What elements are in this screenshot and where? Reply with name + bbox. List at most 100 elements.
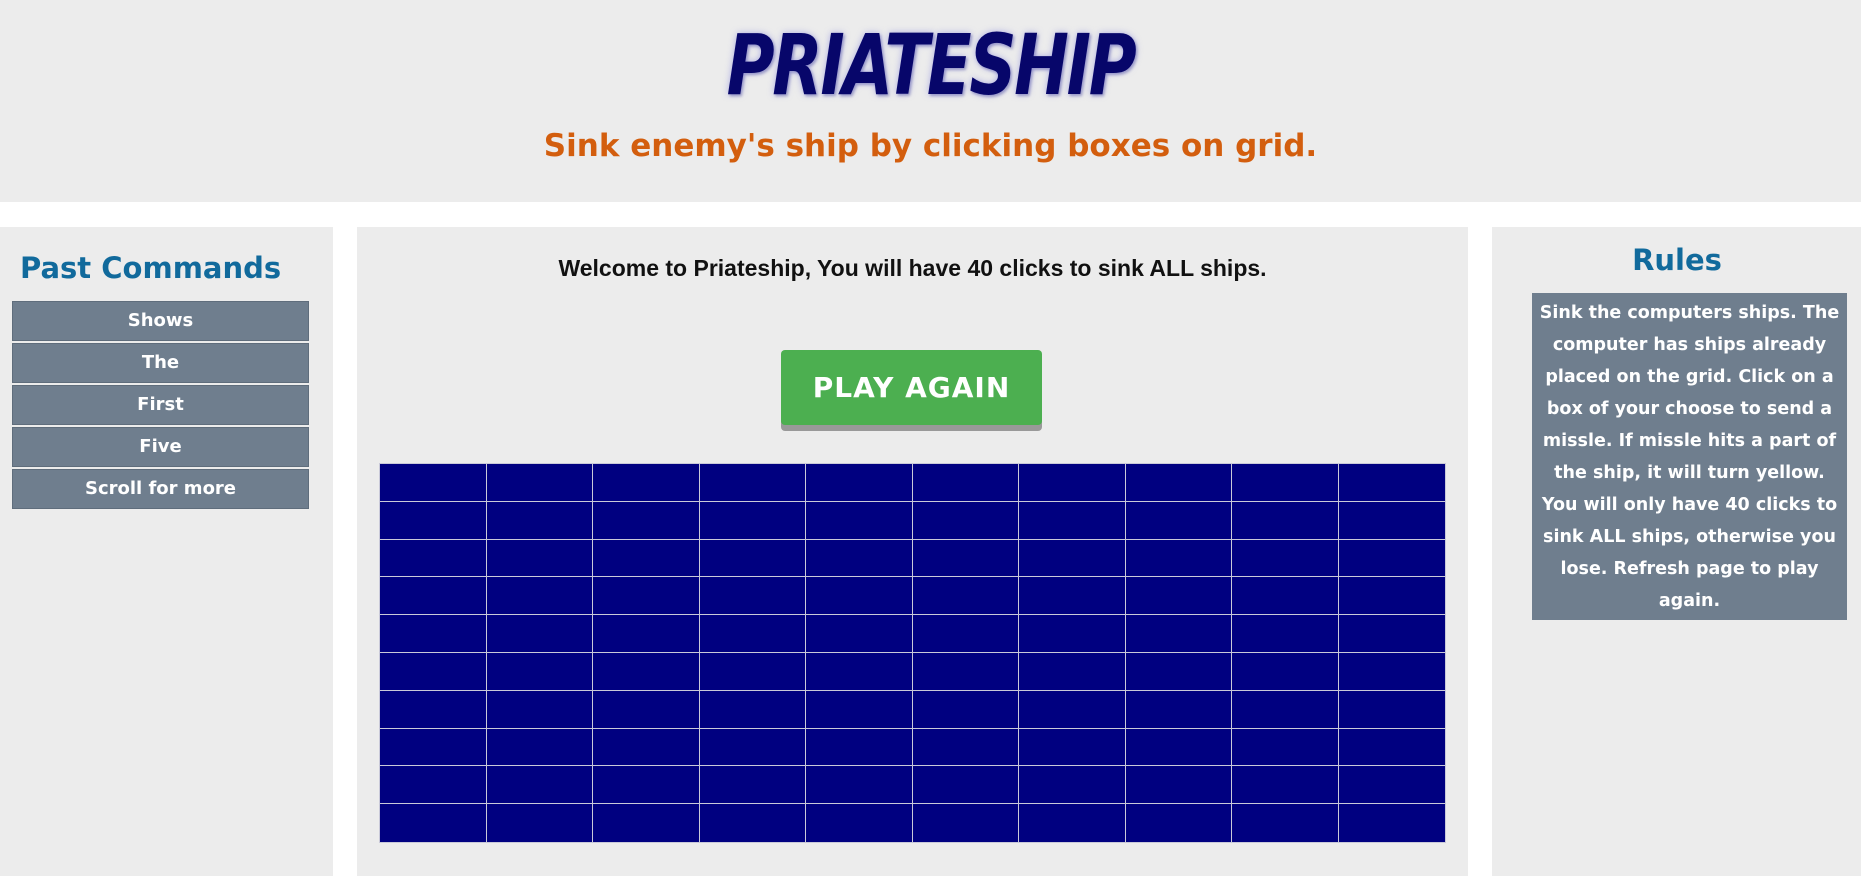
grid-cell[interactable] <box>1019 728 1126 767</box>
grid-cell[interactable] <box>1338 652 1445 691</box>
grid-cell[interactable] <box>1019 766 1126 805</box>
grid-cell[interactable] <box>380 728 487 767</box>
grid-cell[interactable] <box>486 652 593 691</box>
grid-cell[interactable] <box>1232 728 1339 767</box>
grid-cell[interactable] <box>1125 615 1232 653</box>
grid-cell[interactable] <box>699 728 806 767</box>
grid-cell[interactable] <box>699 577 806 616</box>
grid-cell[interactable] <box>1232 464 1339 502</box>
grid-cell[interactable] <box>1019 501 1126 540</box>
grid-cell[interactable] <box>1338 464 1445 502</box>
grid-cell[interactable] <box>1232 766 1339 805</box>
grid-cell[interactable] <box>699 652 806 691</box>
grid-cell[interactable] <box>699 539 806 578</box>
grid-cell[interactable] <box>486 728 593 767</box>
grid-cell[interactable] <box>806 804 913 842</box>
grid-cell[interactable] <box>1338 804 1445 842</box>
grid-cell[interactable] <box>1232 577 1339 616</box>
grid-cell[interactable] <box>912 652 1019 691</box>
grid-cell[interactable] <box>699 766 806 805</box>
grid-cell[interactable] <box>806 577 913 616</box>
grid-cell[interactable] <box>806 766 913 805</box>
grid-cell[interactable] <box>806 501 913 540</box>
grid-cell[interactable] <box>1125 766 1232 805</box>
grid-cell[interactable] <box>486 690 593 729</box>
grid-cell[interactable] <box>1125 728 1232 767</box>
grid-cell[interactable] <box>912 539 1019 578</box>
grid-cell[interactable] <box>806 539 913 578</box>
grid-cell[interactable] <box>1338 690 1445 729</box>
grid-cell[interactable] <box>1338 501 1445 540</box>
grid-cell[interactable] <box>380 652 487 691</box>
grid-cell[interactable] <box>1019 577 1126 616</box>
grid-cell[interactable] <box>699 690 806 729</box>
grid-cell[interactable] <box>699 615 806 653</box>
grid-cell[interactable] <box>1338 766 1445 805</box>
grid-cell[interactable] <box>806 728 913 767</box>
grid-cell[interactable] <box>593 690 700 729</box>
grid-cell[interactable] <box>593 539 700 578</box>
grid-cell[interactable] <box>486 766 593 805</box>
grid-cell[interactable] <box>593 615 700 653</box>
grid-cell[interactable] <box>380 615 487 653</box>
grid-cell[interactable] <box>1125 652 1232 691</box>
grid-cell[interactable] <box>1338 728 1445 767</box>
grid-cell[interactable] <box>806 690 913 729</box>
grid-cell[interactable] <box>699 804 806 842</box>
grid-cell[interactable] <box>1019 615 1126 653</box>
grid-cell[interactable] <box>699 501 806 540</box>
grid-cell[interactable] <box>1125 577 1232 616</box>
grid-cell[interactable] <box>593 464 700 502</box>
grid-cell[interactable] <box>1125 804 1232 842</box>
grid-cell[interactable] <box>912 690 1019 729</box>
grid-cell[interactable] <box>486 501 593 540</box>
grid-cell[interactable] <box>912 804 1019 842</box>
grid-cell[interactable] <box>1019 464 1126 502</box>
grid-cell[interactable] <box>1125 464 1232 502</box>
grid-cell[interactable] <box>1125 501 1232 540</box>
grid-cell[interactable] <box>486 464 593 502</box>
grid-cell[interactable] <box>380 766 487 805</box>
grid-cell[interactable] <box>593 652 700 691</box>
grid-cell[interactable] <box>1019 804 1126 842</box>
grid-cell[interactable] <box>1125 690 1232 729</box>
play-again-button[interactable]: PLAY AGAIN <box>781 350 1042 425</box>
command-item[interactable]: Shows <box>12 301 309 341</box>
grid-cell[interactable] <box>380 690 487 729</box>
grid-cell[interactable] <box>1232 690 1339 729</box>
grid-cell[interactable] <box>1338 539 1445 578</box>
grid-cell[interactable] <box>593 728 700 767</box>
grid-cell[interactable] <box>912 577 1019 616</box>
grid-cell[interactable] <box>806 464 913 502</box>
grid-cell[interactable] <box>806 652 913 691</box>
grid-cell[interactable] <box>1232 652 1339 691</box>
grid-cell[interactable] <box>1232 804 1339 842</box>
grid-cell[interactable] <box>912 501 1019 540</box>
grid-cell[interactable] <box>593 501 700 540</box>
grid-cell[interactable] <box>699 464 806 502</box>
grid-cell[interactable] <box>593 766 700 805</box>
grid-cell[interactable] <box>1232 615 1339 653</box>
grid-cell[interactable] <box>1232 539 1339 578</box>
grid-cell[interactable] <box>1338 615 1445 653</box>
grid-cell[interactable] <box>1019 539 1126 578</box>
grid-cell[interactable] <box>1019 652 1126 691</box>
grid-cell[interactable] <box>486 577 593 616</box>
grid-cell[interactable] <box>486 539 593 578</box>
grid-cell[interactable] <box>912 766 1019 805</box>
grid-cell[interactable] <box>380 577 487 616</box>
grid-cell[interactable] <box>1125 539 1232 578</box>
command-item[interactable]: First <box>12 385 309 425</box>
grid-cell[interactable] <box>486 615 593 653</box>
grid-cell[interactable] <box>380 539 487 578</box>
grid-cell[interactable] <box>593 577 700 616</box>
grid-cell[interactable] <box>806 615 913 653</box>
grid-cell[interactable] <box>380 501 487 540</box>
grid-cell[interactable] <box>486 804 593 842</box>
grid-cell[interactable] <box>593 804 700 842</box>
grid-cell[interactable] <box>912 615 1019 653</box>
grid-cell[interactable] <box>380 464 487 502</box>
grid-cell[interactable] <box>912 464 1019 502</box>
grid-cell[interactable] <box>1232 501 1339 540</box>
grid-cell[interactable] <box>1338 577 1445 616</box>
